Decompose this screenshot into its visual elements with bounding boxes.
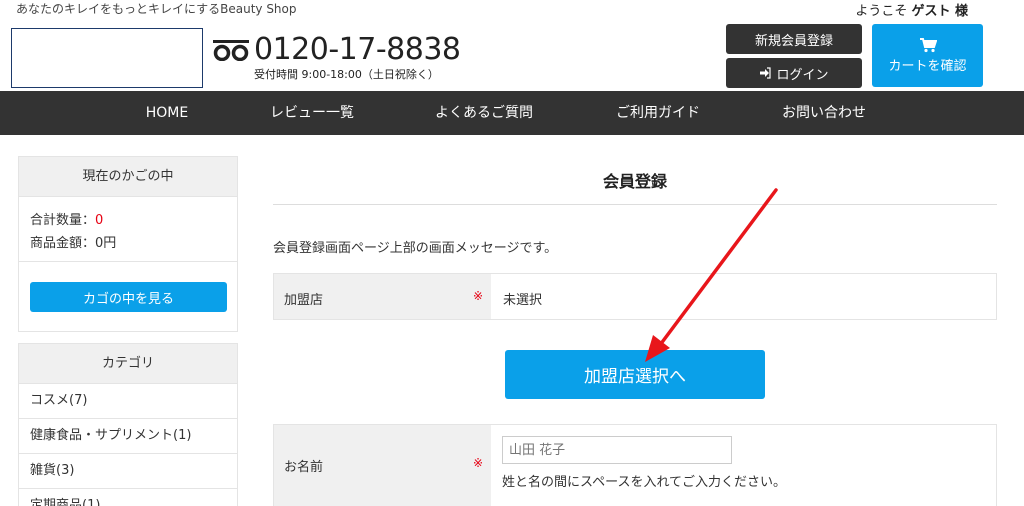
name-label: お名前 [284, 460, 324, 475]
login-button[interactable]: ログイン [726, 58, 862, 88]
divider [19, 261, 237, 262]
cart-amount-value: 0円 [95, 236, 117, 251]
store-label-cell: 加盟店 ※ [274, 274, 491, 319]
category-item[interactable]: 定期商品(1) [19, 489, 237, 506]
form-row-name: お名前 ※ 姓と名の間にスペースを入れてご入力ください。 [273, 424, 997, 506]
intro-message: 会員登録画面ページ上部の画面メッセージです。 [273, 241, 558, 256]
cart-quantity: 合計数量：0 [30, 209, 103, 228]
phone-contact: 0120-17-8838 受付時間 9:00-18:00（土日祝除く） [212, 34, 461, 82]
category-item[interactable]: 雑貨(3) [19, 454, 237, 489]
cart-amount-label: 商品金額： [30, 236, 96, 251]
name-input[interactable] [502, 436, 732, 464]
sidebar-categories: カテゴリ コスメ(7) 健康食品・サプリメント(1) 雑貨(3) 定期商品(1) [18, 343, 238, 506]
cart-amount: 商品金額：0円 [30, 232, 116, 251]
required-mark: ※ [472, 456, 483, 470]
nav-faq[interactable]: よくあるご質問 [435, 91, 533, 135]
category-item[interactable]: コスメ(7) [19, 384, 237, 419]
view-cart-button[interactable]: カゴの中を見る [30, 282, 227, 312]
cart-icon [919, 38, 937, 53]
cart-quantity-label: 合計数量： [30, 213, 96, 228]
cart-button[interactable]: カートを確認 [872, 24, 983, 87]
annotation-arrow-shaft [658, 188, 778, 347]
nav-contact[interactable]: お問い合わせ [782, 91, 866, 135]
title-divider [273, 204, 997, 205]
main-navigation: HOME レビュー一覧 よくあるご質問 ご利用ガイド お問い合わせ [0, 91, 1024, 135]
name-label-cell: お名前 ※ [274, 425, 491, 506]
store-value: 未選択 [503, 293, 543, 308]
welcome-user: ゲスト 様 [911, 4, 968, 19]
category-item[interactable]: 健康食品・サプリメント(1) [19, 419, 237, 454]
cart-quantity-value: 0 [95, 213, 104, 228]
page-title: 会員登録 [602, 172, 667, 191]
login-label: ログイン [776, 67, 829, 83]
phone-number[interactable]: 0120-17-8838 [254, 34, 461, 66]
sidebar-cart-title: 現在のかごの中 [19, 157, 237, 197]
store-value-cell: 未選択 [491, 274, 996, 319]
nav-home[interactable]: HOME [146, 91, 188, 135]
store-label: 加盟店 [284, 293, 324, 308]
site-logo[interactable] [11, 28, 203, 88]
phone-hours: 受付時間 9:00-18:00（土日祝除く） [254, 68, 439, 81]
name-value-cell: 姓と名の間にスペースを入れてご入力ください。 [491, 425, 996, 506]
site-tagline: あなたのキレイをもっとキレイにするBeauty Shop [16, 2, 297, 16]
nav-guide[interactable]: ご利用ガイド [616, 91, 700, 135]
sidebar-categories-title: カテゴリ [19, 344, 237, 384]
select-store-button[interactable]: 加盟店選択へ [505, 350, 765, 399]
login-icon [760, 67, 772, 79]
welcome-prefix: ようこそ [855, 4, 912, 19]
required-mark: ※ [472, 289, 483, 303]
nav-reviews[interactable]: レビュー一覧 [270, 91, 354, 135]
cart-label: カートを確認 [888, 59, 967, 74]
name-help-text: 姓と名の間にスペースを入れてご入力ください。 [502, 475, 787, 490]
form-row-store: 加盟店 ※ 未選択 [273, 273, 997, 320]
register-button[interactable]: 新規会員登録 [726, 24, 862, 54]
sidebar-cart: 現在のかごの中 合計数量：0 商品金額：0円 カゴの中を見る [18, 156, 238, 332]
free-dial-icon [213, 40, 249, 61]
welcome-message: ようこそ ゲスト 様 [855, 0, 968, 19]
